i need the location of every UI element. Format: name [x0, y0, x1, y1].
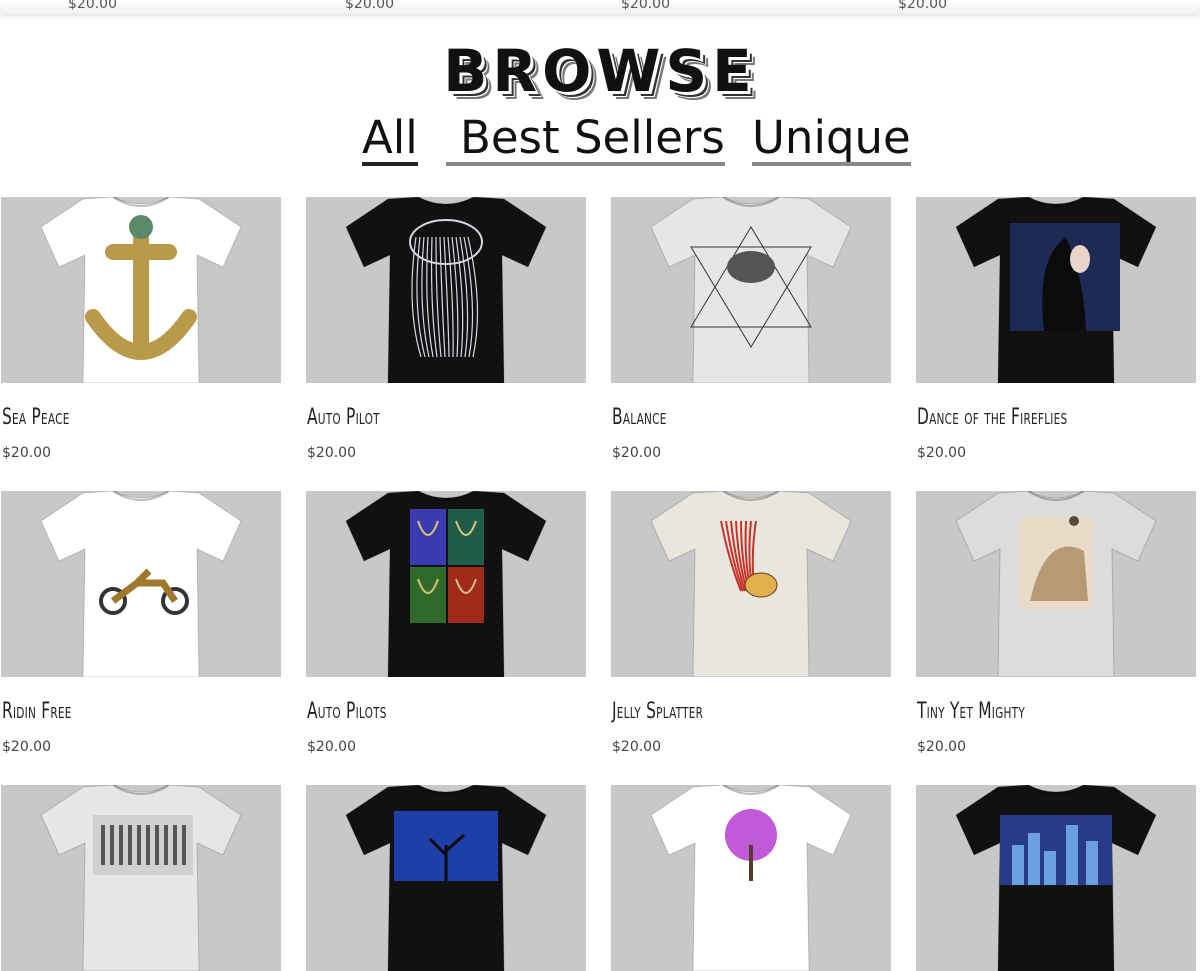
product-image[interactable]: [306, 491, 586, 677]
product-image[interactable]: [611, 785, 891, 971]
night-tree-art: [345, 785, 547, 971]
filter-best-sellers-label: Best Sellers: [460, 111, 725, 164]
city-skyline-art: [955, 785, 1157, 971]
filter-best-sellers-underline: [446, 162, 725, 166]
previous-row-strip: $20.00 $20.00 $20.00 $20.00: [0, 0, 1200, 14]
product-image[interactable]: [611, 491, 891, 677]
tshirt-shape: [345, 197, 547, 383]
shirt-artwork: [93, 815, 193, 875]
product-price: $20.00: [917, 739, 966, 755]
product-image[interactable]: [916, 785, 1196, 971]
page-title: BROWSE: [443, 37, 757, 105]
product-name-link[interactable]: Auto Pilot: [307, 405, 380, 430]
top-price-3: $20.00: [621, 0, 670, 12]
product-name-link[interactable]: Jelly Splatter: [612, 699, 703, 724]
product-image[interactable]: [1, 785, 281, 971]
fox-portrait-art: [955, 491, 1157, 677]
chopper-motorcycle-art: [40, 491, 242, 677]
purple-tree-art: [650, 785, 852, 971]
filter-unique-label: Unique: [752, 111, 911, 164]
shirt-artwork: [394, 811, 498, 881]
product-image[interactable]: [611, 197, 891, 383]
product-name-link[interactable]: Dance of the Fireflies: [917, 405, 1067, 430]
product-price: $20.00: [2, 739, 51, 755]
product-name-link[interactable]: Tiny Yet Mighty: [917, 699, 1025, 724]
product-price: $20.00: [612, 445, 661, 461]
jellyfish-line-art: [345, 197, 547, 383]
filter-all-label: All: [362, 111, 418, 164]
product-image[interactable]: [306, 785, 586, 971]
filter-unique-link[interactable]: Unique: [752, 111, 911, 166]
product-price: $20.00: [917, 445, 966, 461]
filter-nav: All Best Sellers Unique: [0, 112, 1200, 172]
zebras-art: [40, 785, 242, 971]
top-price-4: $20.00: [898, 0, 947, 12]
jellyfish-splatter-art: [650, 491, 852, 677]
dragon-triangles-art: [650, 197, 852, 383]
product-image[interactable]: [916, 197, 1196, 383]
tshirt-shape: [40, 785, 242, 971]
product-image[interactable]: [306, 197, 586, 383]
filter-all-link[interactable]: All: [362, 111, 418, 166]
product-image[interactable]: [1, 197, 281, 383]
product-name-link[interactable]: Auto Pilots: [307, 699, 387, 724]
shirt-artwork: [1020, 516, 1094, 609]
product-image[interactable]: [1, 491, 281, 677]
tshirt-shape: [650, 197, 852, 383]
product-name-link[interactable]: Ridin Free: [2, 699, 72, 724]
product-price: $20.00: [307, 739, 356, 755]
top-price-2: $20.00: [345, 0, 394, 12]
shirt-artwork: [1000, 815, 1112, 885]
filter-best-sellers-link[interactable]: Best Sellers: [446, 111, 725, 166]
product-image[interactable]: [916, 491, 1196, 677]
product-name-link[interactable]: Sea Peace: [2, 405, 70, 430]
top-price-1: $20.00: [68, 0, 117, 12]
product-price: $20.00: [2, 445, 51, 461]
jellyfish-quad-art: [345, 491, 547, 677]
anchor-floral-art: [40, 197, 242, 383]
filter-unique-underline: [752, 162, 911, 166]
shirt-artwork: [1010, 223, 1120, 331]
filter-all-underline: [362, 162, 418, 166]
elf-girl-art: [955, 197, 1157, 383]
product-name-link[interactable]: Balance: [612, 405, 667, 430]
product-price: $20.00: [612, 739, 661, 755]
product-price: $20.00: [307, 445, 356, 461]
